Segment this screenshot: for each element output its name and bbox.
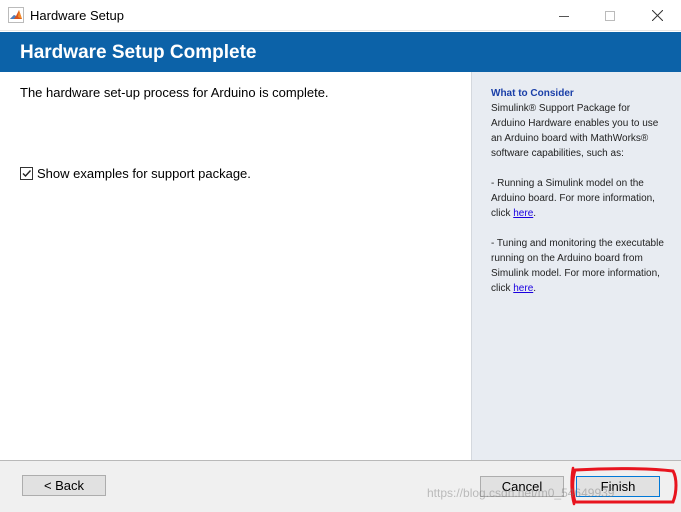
page-title: Hardware Setup Complete <box>20 42 257 63</box>
sidebar-paragraph-tuning: - Tuning and monitoring the executable r… <box>491 236 666 296</box>
back-button[interactable]: < Back <box>22 475 106 496</box>
sidebar-paragraph-tuning-end: . <box>533 283 537 294</box>
sidebar-paragraph-running-end: . <box>533 208 537 219</box>
header-band: Hardware Setup Complete <box>0 32 681 72</box>
completion-message: The hardware set-up process for Arduino … <box>20 85 329 100</box>
minimize-button[interactable] <box>541 0 587 31</box>
finish-button[interactable]: Finish <box>576 476 660 497</box>
close-button[interactable] <box>634 0 680 31</box>
sidebar-paragraph-running: - Running a Simulink model on the Arduin… <box>491 176 666 221</box>
maximize-button[interactable] <box>587 0 633 31</box>
title-bar: Hardware Setup <box>0 0 681 31</box>
show-examples-checkbox[interactable] <box>20 167 33 180</box>
matlab-logo-icon <box>8 7 24 23</box>
show-examples-checkbox-row[interactable]: Show examples for support package. <box>20 166 251 181</box>
tuning-help-link[interactable]: here <box>513 283 533 294</box>
what-to-consider-panel: What to Consider Simulink® Support Packa… <box>471 72 681 460</box>
sidebar-heading: What to Consider <box>491 88 574 99</box>
sidebar-paragraph-intro: Simulink® Support Package for Arduino Ha… <box>491 103 659 159</box>
checkmark-icon <box>22 170 32 178</box>
maximize-icon <box>605 10 615 21</box>
minimize-icon <box>559 15 569 17</box>
cancel-button[interactable]: Cancel <box>480 476 564 497</box>
footer-bar: < Back Cancel Finish <box>0 460 681 512</box>
main-content: The hardware set-up process for Arduino … <box>0 72 471 460</box>
close-icon <box>651 10 663 21</box>
show-examples-label: Show examples for support package. <box>37 166 251 181</box>
window-title: Hardware Setup <box>30 8 124 23</box>
running-help-link[interactable]: here <box>513 208 533 219</box>
